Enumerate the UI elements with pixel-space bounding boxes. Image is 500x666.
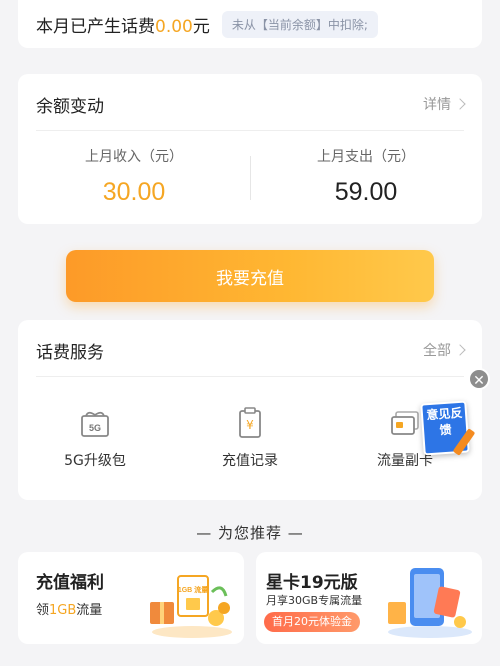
services-card: 话费服务 全部 5G 5G升级包 ¥ 充值记录 流量副卡 [18, 320, 482, 500]
promo-card-star-card[interactable]: 星卡19元版 月享30GB专属流量 首月20元体验金 [256, 552, 482, 644]
gift-5g-icon: 5G [81, 411, 109, 437]
service-label: 5G升级包 [64, 453, 126, 469]
promo-title: 充值福利 [36, 573, 104, 593]
balance-detail-link[interactable]: 详情 [423, 94, 466, 114]
service-item-recharge-record[interactable]: ¥ 充值记录 [185, 406, 315, 470]
balance-card-title: 余额变动 [36, 97, 104, 117]
income-value: 30.00 [102, 178, 166, 206]
recharge-button[interactable]: 我要充值 [66, 250, 434, 302]
chevron-right-icon [454, 98, 466, 110]
income-column: 上月收入（元） 30.00 [18, 146, 250, 207]
monthly-usage-card: 本月已产生话费0.00元 未从【当前余额】中扣除; [18, 0, 482, 48]
receipt-icon: ¥ [239, 407, 261, 438]
promo-card-recharge-benefit[interactable]: 充值福利 领1GB流量 1GB 流量 [18, 552, 244, 644]
svg-text:¥: ¥ [246, 418, 254, 432]
promo-title: 星卡19元版 [266, 573, 358, 593]
usage-note-badge: 未从【当前余额】中扣除; [221, 10, 378, 38]
expense-column: 上月支出（元） 59.00 [250, 146, 482, 207]
recommend-heading: — 为您推荐 — [196, 524, 304, 542]
feedback-widget[interactable]: 意见反馈 [420, 398, 476, 460]
balance-change-card: 余额变动 详情 上月收入（元） 30.00 上月支出（元） 59.00 [18, 74, 482, 224]
promo-pill-badge: 首月20元体验金 [264, 612, 360, 632]
promo-subtitle: 领1GB流量 [36, 603, 103, 618]
services-all-label: 全部 [423, 343, 451, 359]
balance-detail-label: 详情 [423, 97, 451, 113]
phone-sim-illustration-icon [388, 568, 472, 638]
expense-value: 59.00 [334, 178, 398, 206]
svg-text:1GB 流量: 1GB 流量 [178, 585, 208, 594]
promo-subtitle: 月享30GB专属流量 [266, 594, 363, 607]
service-item-5g-package[interactable]: 5G 5G升级包 [30, 406, 160, 470]
service-label: 充值记录 [222, 453, 278, 469]
services-card-title: 话费服务 [36, 343, 104, 363]
divider [36, 376, 464, 377]
svg-text:5G: 5G [89, 423, 101, 433]
divider [36, 130, 464, 131]
chevron-right-icon [454, 344, 466, 356]
monthly-usage-text: 本月已产生话费0.00元 [36, 16, 210, 37]
close-feedback-icon[interactable]: ✕ [468, 368, 490, 390]
feedback-label: 意见反馈 [425, 405, 463, 438]
expense-label: 上月支出（元） [317, 149, 415, 165]
monthly-usage-amount: 0.00 [155, 16, 193, 37]
income-label: 上月收入（元） [85, 149, 183, 165]
sim-card-icon [391, 411, 419, 435]
gift-card-illustration-icon: 1GB 流量 [150, 575, 232, 638]
services-all-link[interactable]: 全部 [423, 340, 466, 360]
